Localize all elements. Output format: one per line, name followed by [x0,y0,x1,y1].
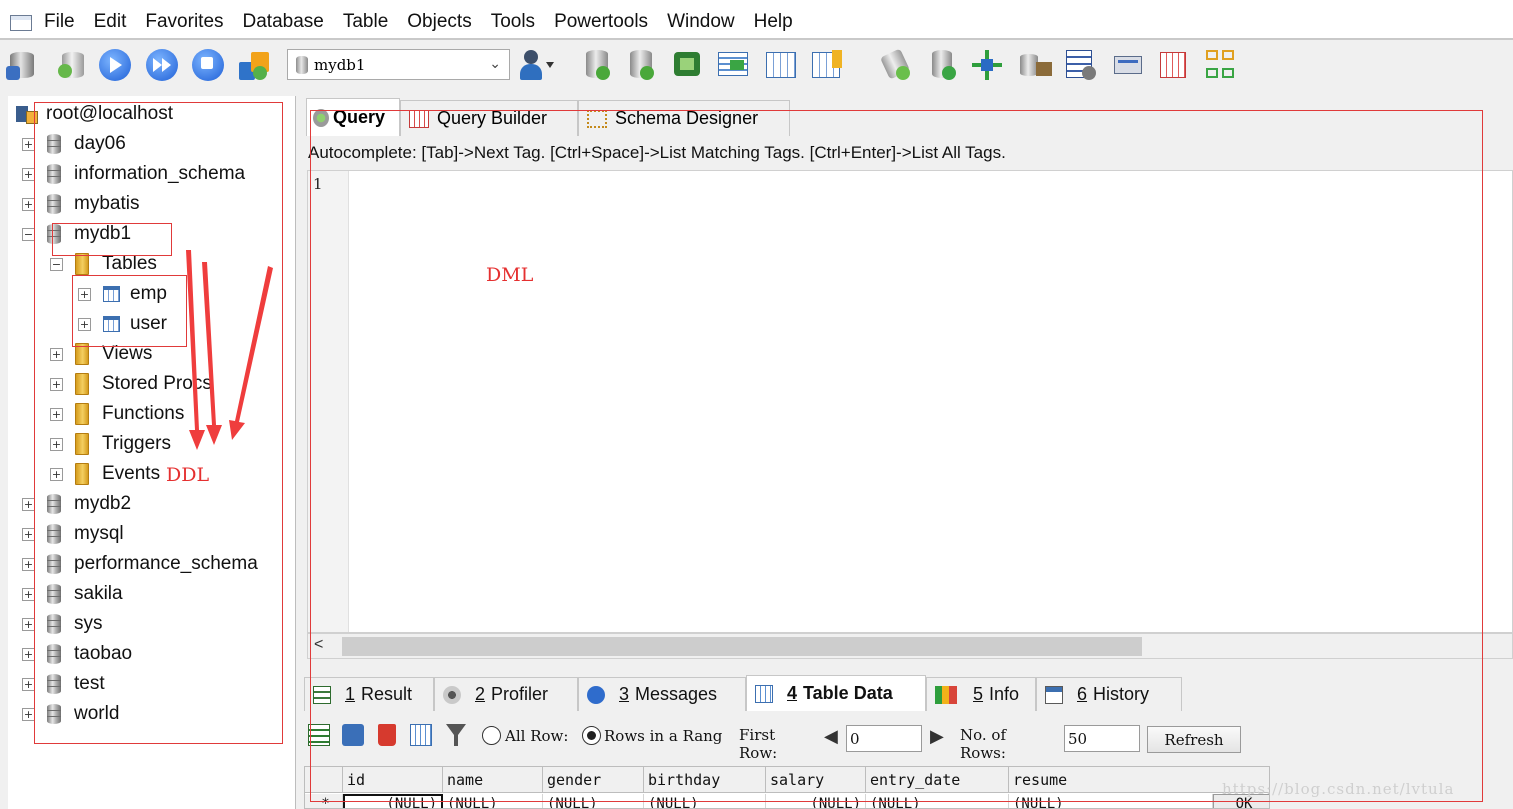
database-icon [296,55,308,74]
user-manager-icon[interactable] [518,48,554,82]
execute-edit-icon[interactable] [191,48,225,82]
execute-query-icon[interactable] [98,48,132,82]
query-builder-tool-icon[interactable] [879,48,914,82]
import-data-icon[interactable] [670,48,704,82]
menu-favorites[interactable]: Favorites [145,11,223,33]
new-connection-icon[interactable] [6,48,40,82]
dml-annotation-box [310,110,1483,802]
watermark: https://blog.csdn.net/lvtula [1222,780,1455,798]
schema-sync-arrows-icon[interactable] [970,48,1004,82]
schema-sync-icon[interactable] [237,48,271,82]
job-agent-icon[interactable] [1064,48,1098,82]
toolbar [0,40,1513,92]
menu-table[interactable]: Table [343,11,388,33]
mydb1-annotation-box [52,223,172,256]
export-table-icon[interactable] [716,48,750,82]
menu-objects[interactable]: Objects [407,11,471,33]
execute-all-icon[interactable] [145,48,179,82]
process-list-icon[interactable] [1112,48,1146,82]
database-select[interactable]: mydb1 ⌄ [287,49,510,80]
new-query-icon[interactable] [56,48,90,82]
menu-tools[interactable]: Tools [491,11,535,33]
sqlyog-window: File Edit Favorites Database Table Objec… [0,0,1513,809]
ddl-label: DDL [166,464,210,486]
menu-help[interactable]: Help [754,11,793,33]
table-designer-icon[interactable] [810,48,844,82]
create-table-icon[interactable] [1158,48,1192,82]
copy-database-icon[interactable] [926,48,960,82]
restore-database-icon[interactable] [624,48,658,82]
database-select-value: mydb1 [314,55,366,74]
schema-designer-tool-icon[interactable] [1204,48,1238,82]
data-sync-icon[interactable] [1018,48,1052,82]
tables-annotation-box [72,275,187,347]
dml-label: DML [486,264,534,286]
chevron-down-icon: ⌄ [489,56,501,72]
menu-powertools[interactable]: Powertools [554,11,648,33]
ddl-annotation-box [34,102,283,744]
menu-edit[interactable]: Edit [94,11,127,33]
backup-database-icon[interactable] [580,48,614,82]
menu-bar: File Edit Favorites Database Table Objec… [0,6,1513,38]
server-icon [16,106,38,124]
menu-database[interactable]: Database [243,11,324,33]
menu-file[interactable]: File [44,11,75,33]
menu-window[interactable]: Window [667,11,735,33]
app-menu-icon[interactable] [10,14,32,31]
table-data-icon[interactable] [764,48,798,82]
